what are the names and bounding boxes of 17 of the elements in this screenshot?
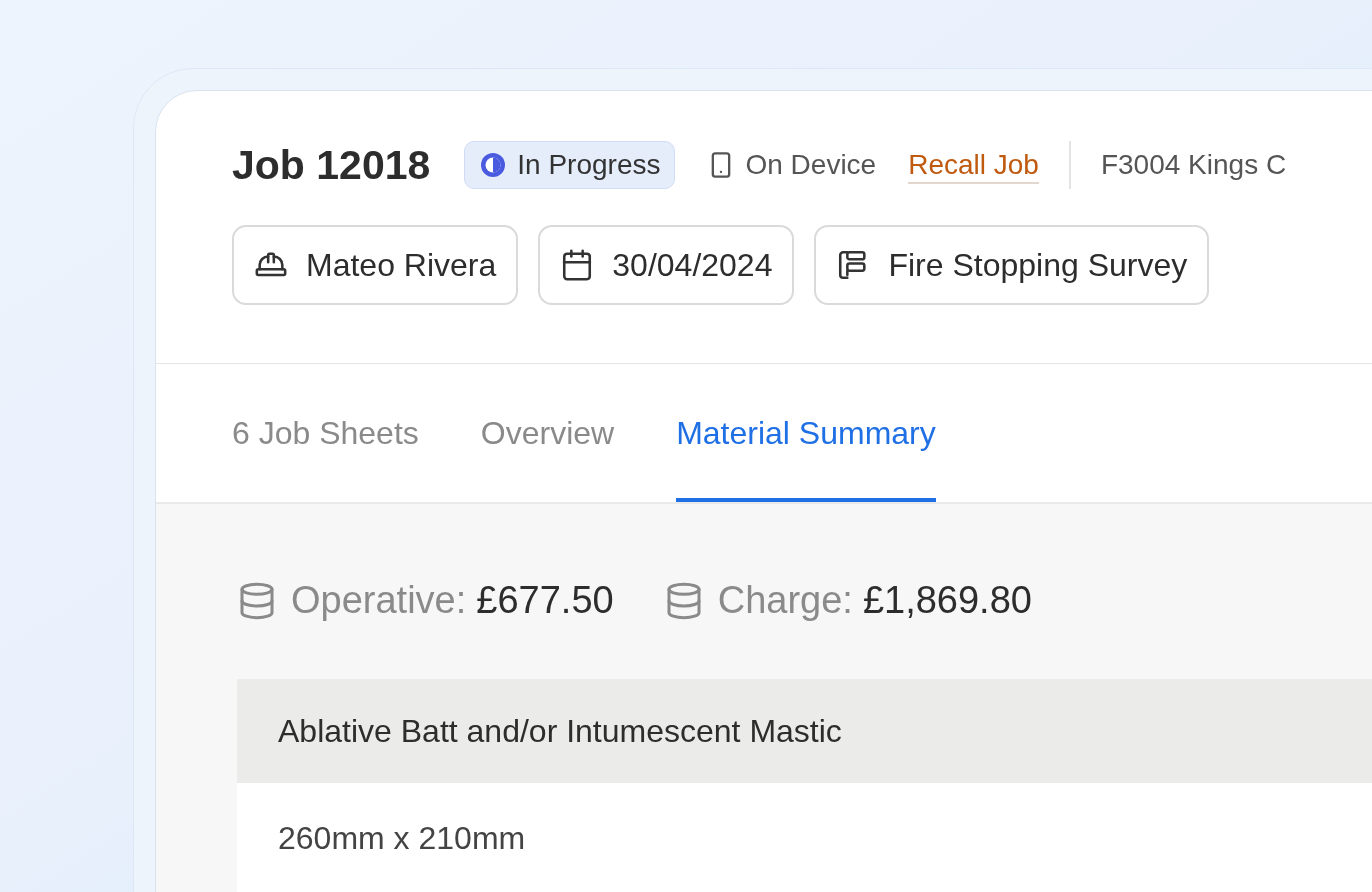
tab[interactable]: 6 Job Sheets: [232, 364, 419, 502]
address-text: F3004 Kings C: [1100, 148, 1287, 182]
status-badge: In Progress: [464, 141, 676, 189]
info-chip[interactable]: 30/04/2024: [538, 225, 795, 305]
job-title: Job 12018: [232, 144, 431, 186]
device-status: On Device: [745, 148, 877, 182]
summary-value: £677.50: [476, 578, 614, 623]
summary-label: Operative:: [291, 578, 467, 623]
info-chip[interactable]: Mateo Rivera: [232, 225, 519, 305]
info-chip[interactable]: Fire Stopping Survey: [814, 225, 1210, 305]
group-header: Ablative Batt and/or Intumescent Mastic: [237, 679, 1372, 783]
half-circle-icon: [479, 151, 508, 179]
material-row: 260mm x 210mm: [237, 783, 1372, 892]
recall-job-link[interactable]: Recall Job: [908, 146, 1039, 184]
summary-label: Charge:: [717, 578, 853, 623]
tab[interactable]: Overview: [480, 364, 615, 502]
summary-value: £1,869.80: [862, 578, 1032, 623]
